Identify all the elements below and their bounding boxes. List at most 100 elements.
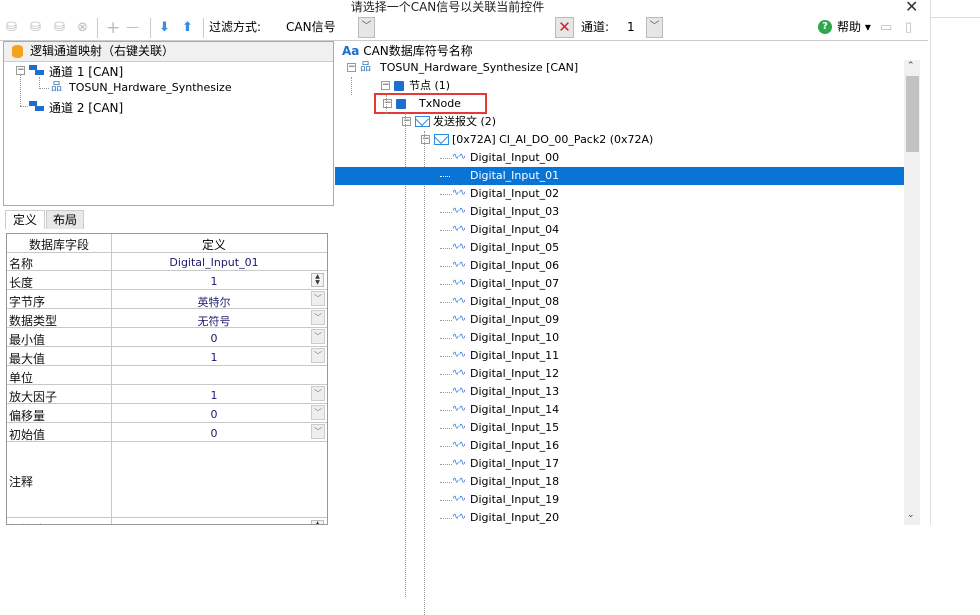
property-row[interactable]: 字节序 英特尔 ﹀ (7, 290, 327, 309)
collapse-toggle[interactable]: − (16, 66, 25, 75)
filter-dropdown-button[interactable]: ﹀ (358, 17, 375, 38)
property-row[interactable]: 起始位 1▲▼ (7, 518, 327, 524)
signal-item[interactable]: ∿∿ Digital_Input_14 (335, 401, 904, 419)
clear-icon[interactable]: ⊗ (77, 19, 88, 37)
signal-item[interactable]: ∿∿ Digital_Input_12 (335, 365, 904, 383)
signal-item[interactable]: ∿∿ Digital_Input_04 (335, 221, 904, 239)
remove-database-icon[interactable]: ⛁ (54, 19, 65, 37)
signal-item[interactable]: ∿∿ Digital_Input_09 (335, 311, 904, 329)
signal-item[interactable]: ∿∿ Digital_Input_16 (335, 437, 904, 455)
property-value[interactable]: 1 (111, 351, 317, 364)
remove-icon[interactable]: — (126, 19, 139, 37)
property-row[interactable]: 初始值 0 ﹀ (7, 423, 327, 442)
property-row[interactable]: 数据类型 无符号 ﹀ (7, 309, 327, 328)
property-label: 字节序 (9, 295, 46, 309)
property-value[interactable]: Digital_Input_01 (111, 256, 317, 269)
separator (150, 18, 151, 38)
signal-item[interactable]: Digital_Input_01 (335, 167, 904, 185)
channel-dropdown-button[interactable]: ﹀ (646, 17, 663, 38)
collapse-toggle[interactable]: − (381, 81, 390, 90)
signal-icon: ∿∿ (452, 476, 466, 486)
signal-icon: ∿∿ (452, 494, 466, 504)
tab-definition[interactable]: 定义 (5, 210, 45, 229)
font-icon: Aa (342, 44, 360, 58)
property-row[interactable]: 偏移量 0 ﹀ (7, 404, 327, 423)
add-icon[interactable]: + (106, 19, 120, 37)
tree-item-channel-1[interactable]: 通道 1 [CAN] (49, 63, 123, 80)
channel-select[interactable]: 1 (627, 19, 635, 36)
channel-icon (29, 101, 44, 111)
signal-item[interactable]: ∿∿ Digital_Input_20 (335, 509, 904, 527)
signal-item[interactable]: ∿∿ Digital_Input_05 (335, 239, 904, 257)
property-value[interactable]: 1 (111, 389, 317, 402)
signal-item[interactable]: ∿∿ Digital_Input_02 (335, 185, 904, 203)
property-row[interactable]: 注释 (7, 442, 327, 518)
property-value[interactable]: 0 (111, 408, 317, 421)
property-row[interactable]: 放大因子 1 ﹀ (7, 385, 327, 404)
chevron-down-icon[interactable]: ﹀ (311, 310, 325, 325)
channel-label: 通道: (581, 20, 610, 34)
chevron-down-icon[interactable]: ﹀ (311, 405, 325, 420)
tree-item-label: [0x72A] CI_AI_DO_00_Pack2 (0x72A) (452, 133, 654, 146)
collapse-toggle[interactable]: − (402, 117, 411, 126)
signal-label: Digital_Input_11 (470, 349, 560, 362)
tab-layout[interactable]: 布局 (46, 210, 84, 229)
close-button[interactable]: ✕ (905, 0, 918, 16)
add-database-icon[interactable]: ⛁ (6, 19, 17, 37)
signal-item[interactable]: ∿∿ Digital_Input_00 (335, 149, 904, 167)
signal-item[interactable]: ∿∿ Digital_Input_03 (335, 203, 904, 221)
channel-mapping-tree[interactable]: 逻辑通道映射（右键关联） − 通道 1 [CAN] 品 TOSUN_Hardwa… (3, 41, 334, 206)
signal-item[interactable]: ∿∿ Digital_Input_15 (335, 419, 904, 437)
property-row[interactable]: 名称 Digital_Input_01 (7, 253, 327, 271)
property-row[interactable]: 单位 (7, 366, 327, 385)
signal-item[interactable]: ∿∿ Digital_Input_17 (335, 455, 904, 473)
property-value[interactable]: 英特尔 (111, 294, 317, 310)
property-row[interactable]: 最大值 1 ﹀ (7, 347, 327, 366)
spinner-icon[interactable]: ▲▼ (311, 520, 324, 524)
help-icon[interactable]: ? (818, 20, 832, 34)
export-icon[interactable]: ▯ (905, 19, 912, 37)
chevron-down-icon[interactable]: ﹀ (311, 329, 325, 344)
edit-database-icon[interactable]: ⛁ (30, 19, 41, 37)
chevron-down-icon[interactable]: ﹀ (311, 348, 325, 363)
move-up-icon[interactable]: ⬆ (182, 19, 193, 37)
signal-item[interactable]: ∿∿ Digital_Input_11 (335, 347, 904, 365)
scroll-up-icon[interactable]: ⌃ (907, 61, 915, 71)
help-button[interactable]: 帮助 ▾ (837, 19, 871, 36)
signal-item[interactable]: ∿∿ Digital_Input_06 (335, 257, 904, 275)
signal-tree[interactable]: Aa CAN数据库符号名称 − 品 TOSUN_Hardware_Synthesiz… (335, 41, 920, 615)
chevron-down-icon[interactable]: ﹀ (311, 386, 325, 401)
property-row[interactable]: 最小值 0 ﹀ (7, 328, 327, 347)
signal-item[interactable]: ∿∿ Digital_Input_10 (335, 329, 904, 347)
chevron-down-icon[interactable]: ﹀ (311, 424, 325, 439)
signal-item[interactable]: ∿∿ Digital_Input_07 (335, 275, 904, 293)
property-value[interactable]: 0 (111, 332, 317, 345)
signal-item[interactable]: ∿∿ Digital_Input_19 (335, 491, 904, 509)
spinner-icon[interactable]: ▲▼ (311, 273, 324, 287)
filter-select[interactable]: CAN信号 (286, 19, 336, 36)
tree-item-channel-2[interactable]: 通道 2 [CAN] (49, 99, 123, 116)
signal-icon: ∿∿ (452, 152, 466, 162)
move-down-icon[interactable]: ⬇ (159, 19, 170, 37)
property-value[interactable]: 0 (111, 427, 317, 440)
signal-item[interactable]: ∿∿ Digital_Input_08 (335, 293, 904, 311)
header-definition: 定义 (201, 238, 226, 252)
property-label: 偏移量 (9, 409, 46, 423)
clear-filter-button[interactable]: ✕ (555, 17, 574, 38)
collapse-toggle[interactable]: − (421, 135, 430, 144)
signal-label: Digital_Input_00 (470, 151, 560, 164)
signal-item[interactable]: ∿∿ Digital_Input_18 (335, 473, 904, 491)
scroll-down-icon[interactable]: ⌄ (907, 510, 915, 520)
tree-item-database[interactable]: − 品 TOSUN_Hardware_Synthesize [CAN] (335, 59, 904, 77)
signal-item[interactable]: ∿∿ Digital_Input_13 (335, 383, 904, 401)
property-row[interactable]: 长度 1 ▲ ▼ (7, 271, 327, 290)
tree-item-message[interactable]: − [0x72A] CI_AI_DO_00_Pack2 (0x72A) (335, 131, 904, 149)
property-value[interactable]: 无符号 (111, 313, 317, 329)
tree-item-database[interactable]: TOSUN_Hardware_Synthesize (69, 81, 232, 94)
close-window-icon[interactable]: ▭ (880, 19, 892, 37)
scrollbar-thumb[interactable] (906, 76, 919, 152)
collapse-toggle[interactable]: − (347, 63, 356, 72)
tree-item-tx-messages[interactable]: − 发送报文 (2) (335, 113, 904, 131)
chevron-down-icon[interactable]: ﹀ (311, 291, 325, 306)
property-value[interactable]: 1 (111, 275, 317, 288)
